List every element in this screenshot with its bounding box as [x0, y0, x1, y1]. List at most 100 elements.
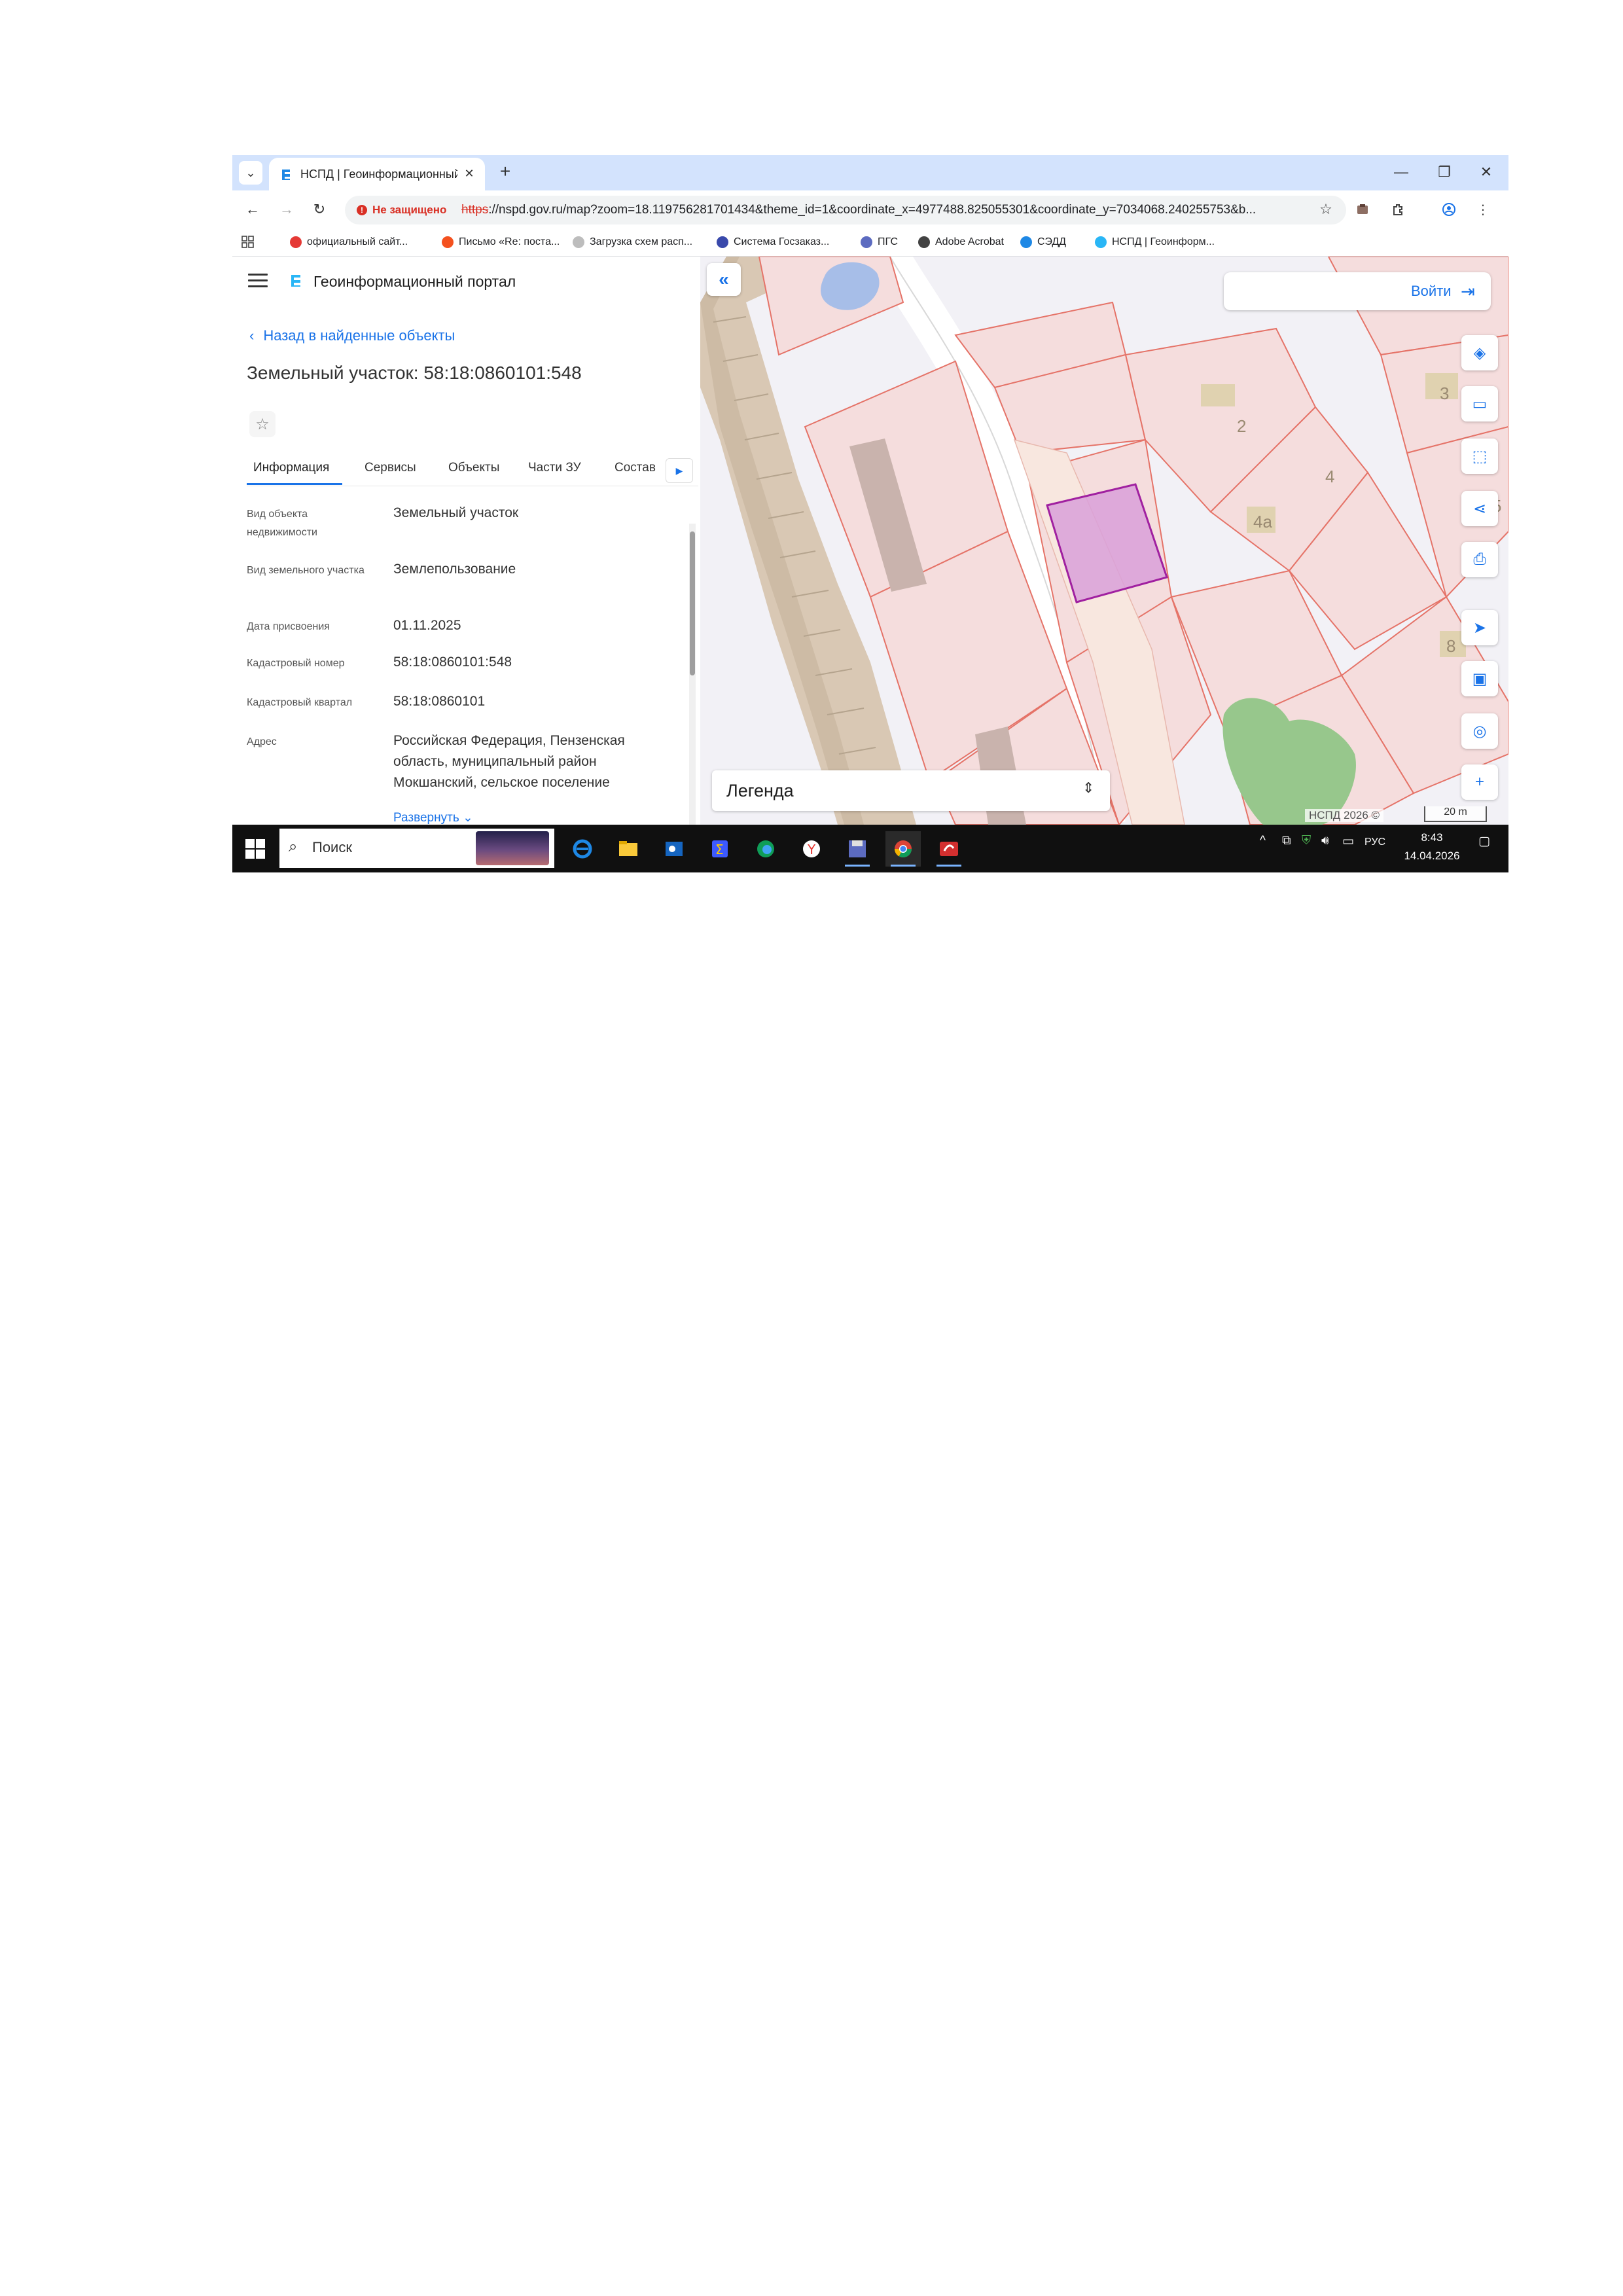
star-icon: ☆ [255, 415, 270, 433]
bookmark-item[interactable]: СЭДД [1020, 234, 1066, 250]
taskbar-search-label: Поиск [312, 839, 352, 855]
tab-close-icon[interactable]: ✕ [460, 164, 478, 183]
tab-parts[interactable]: Части ЗУ [528, 461, 581, 475]
bookmark-label: Письмо «Re: поста... [459, 236, 560, 247]
bookmark-item[interactable]: НСПД | Геоинформ... [1095, 234, 1215, 250]
puzzle-icon[interactable] [1388, 200, 1408, 219]
system-clock[interactable]: 8:43 14.04.2026 [1396, 829, 1468, 865]
search-location-button[interactable]: ◎ [1461, 713, 1498, 749]
back-to-results-link[interactable]: ‹ Назад в найденные объекты [249, 327, 455, 344]
back-arrow-icon[interactable]: ← [243, 200, 262, 219]
edge-browser-icon[interactable] [748, 831, 783, 867]
windows-start-icon[interactable] [244, 838, 266, 860]
bookmark-item[interactable]: ПГС [861, 234, 898, 250]
bookmark-item[interactable]: Письмо «Re: поста... [442, 234, 560, 250]
tab-composition[interactable]: Состав [615, 461, 656, 475]
forward-arrow-icon[interactable]: → [277, 200, 296, 219]
bookmark-item[interactable]: Система Госзаказ... [717, 234, 829, 250]
search-icon: ⌕ [289, 838, 298, 855]
layers-button[interactable]: ◈ [1461, 335, 1498, 370]
search-highlight-image [476, 831, 549, 865]
ruler-icon: ▭ [1472, 395, 1488, 413]
tray-chevron-icon[interactable]: ^ [1260, 834, 1266, 848]
acrobat-app-icon[interactable] [931, 831, 967, 867]
bookmarks-bar: официальный сайт... Письмо «Re: поста... З… [232, 228, 1508, 257]
map-copyright: НСПД 2026 © [1305, 809, 1384, 822]
taskbar-search[interactable]: ⌕ Поиск [279, 829, 554, 868]
panel-scrollbar[interactable] [689, 524, 696, 825]
bookmark-favicon-icon [717, 236, 728, 248]
url-text[interactable]: https://nspd.gov.ru/map?zoom=18.11975628… [461, 203, 1312, 217]
tabs-scroll-right-button[interactable]: ▶ [666, 458, 693, 483]
picture-in-picture-icon: ▣ [1472, 670, 1488, 688]
legend-dropdown[interactable]: Легенда ⇕ [712, 770, 1110, 811]
grid-icon [241, 236, 254, 248]
tray-app-icon[interactable]: ⧉ [1282, 834, 1291, 848]
map-canvas[interactable]: 2 3 4 4а 8 5 [700, 257, 1508, 825]
bookmark-item[interactable]: Adobe Acrobat [918, 234, 1004, 250]
menu-dots-icon[interactable]: ⋮ [1473, 200, 1493, 219]
outlook-icon[interactable] [656, 831, 692, 867]
notifications-icon[interactable]: ▢ [1478, 834, 1490, 849]
tab-search-button[interactable]: ⌄ [239, 161, 262, 185]
browser-tab-strip: ⌄ НСПД | Геоинформационный ✕ + — ❐ ✕ [232, 155, 1508, 190]
area-select-button[interactable]: ⬚ [1461, 439, 1498, 474]
clock-time: 8:43 [1421, 831, 1443, 844]
chevron-down-icon: ⌄ [245, 166, 256, 179]
locate-button[interactable]: ➤ [1461, 610, 1498, 645]
zoom-in-button[interactable]: + [1461, 764, 1498, 800]
share-icon: ⋖ [1472, 499, 1487, 518]
collapse-panel-button[interactable]: « [707, 263, 741, 296]
minimap-button[interactable]: ▣ [1461, 661, 1498, 696]
bookmark-item[interactable]: официальный сайт... [290, 234, 408, 250]
favorite-star-button[interactable]: ☆ [249, 411, 276, 437]
profile-icon[interactable] [1439, 200, 1459, 219]
tab-services[interactable]: Сервисы [365, 461, 416, 475]
copyright-text: НСПД 2026 [1309, 809, 1368, 821]
printer-icon: ⎙ [1473, 550, 1486, 568]
extension-icon[interactable] [1353, 200, 1372, 219]
share-button[interactable]: ⋖ [1461, 491, 1498, 526]
scale-bar: 20 m [1424, 806, 1487, 822]
apps-grid-icon[interactable] [241, 234, 255, 250]
print-button[interactable]: ⎙ [1461, 542, 1498, 577]
expand-address-link[interactable]: Развернуть ⌄ [393, 810, 473, 825]
tab-information[interactable]: Информация [253, 461, 329, 475]
tab-objects[interactable]: Объекты [448, 461, 499, 475]
bookmark-star-icon[interactable]: ☆ [1316, 200, 1336, 219]
language-indicator[interactable]: РУС [1364, 836, 1385, 848]
window-restore-button[interactable]: ❐ [1431, 160, 1457, 184]
file-explorer-icon[interactable] [611, 831, 646, 867]
field-label: Вид объекта недвижимости [247, 509, 317, 538]
portal-name: Геоинформационный портал [313, 273, 516, 290]
browser-tab-active[interactable]: НСПД | Геоинформационный ✕ [269, 158, 485, 190]
scrollbar-thumb[interactable] [690, 531, 695, 675]
internet-explorer-icon[interactable] [565, 831, 600, 867]
field-value: Землепользование [393, 562, 516, 577]
address-bar[interactable]: ! Не защищено https://nspd.gov.ru/map?zo… [345, 196, 1346, 224]
yandex-browser-icon[interactable]: Y [794, 831, 829, 867]
login-button[interactable]: Войти ⇥ [1224, 272, 1491, 310]
volume-icon[interactable]: 🔊︎ [1321, 834, 1329, 848]
login-arrow-icon: ⇥ [1461, 281, 1475, 301]
security-badge[interactable]: ! Не защищено [351, 200, 455, 221]
bookmark-label: НСПД | Геоинформ... [1112, 236, 1215, 247]
network-icon[interactable]: ▭ [1342, 834, 1354, 849]
calculator-app-icon[interactable]: Σ [702, 831, 738, 867]
antivirus-icon[interactable]: ⛨ [1302, 834, 1311, 848]
house-number: 4 [1325, 467, 1334, 486]
chrome-browser-icon[interactable] [885, 831, 921, 867]
security-label: Не защищено [372, 204, 447, 216]
hamburger-menu-icon[interactable] [248, 274, 268, 289]
cadastral-map[interactable]: 2 3 4 4а 8 5 « Войти ⇥ ◈ ▭ ⬚ ⋖ ⎙ ➤ ▣ ◎ +… [700, 257, 1508, 825]
new-tab-button[interactable]: + [494, 160, 516, 183]
window-minimize-button[interactable]: — [1388, 160, 1414, 184]
reload-icon[interactable]: ↻ [310, 200, 329, 219]
bookmark-item[interactable]: Загрузка схем расп... [573, 234, 692, 250]
expand-label: Развернуть [393, 811, 459, 825]
svg-text:Y: Y [807, 842, 816, 857]
ruler-button[interactable]: ▭ [1461, 386, 1498, 422]
window-close-button[interactable]: ✕ [1473, 160, 1499, 184]
field-value: Российская Федерация, Пензенская область… [393, 733, 625, 790]
save-app-icon[interactable] [840, 831, 875, 867]
